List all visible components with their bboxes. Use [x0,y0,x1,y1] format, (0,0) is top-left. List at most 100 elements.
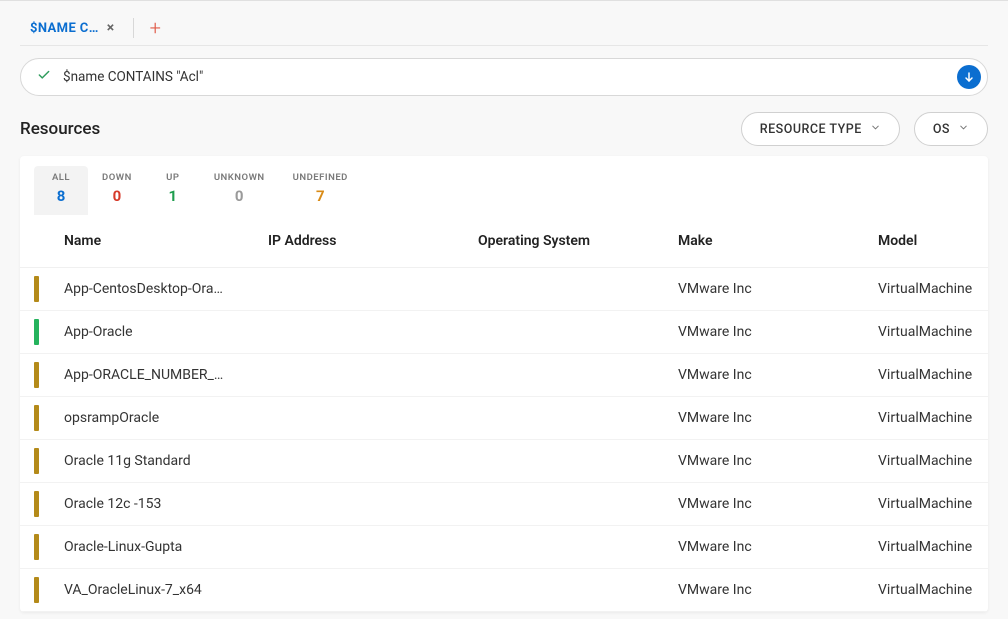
cell-os [466,397,666,440]
status-tab-down[interactable]: DOWN 0 [88,166,146,215]
table-row[interactable]: App-Oracle VMware IncVirtualMachine [20,311,988,354]
cell-model: VirtualMachine [866,397,988,440]
cell-os [466,311,666,354]
cell-ip [256,483,466,526]
status-tab-label: UNDEFINED [293,172,348,183]
status-cell [20,311,64,354]
cell-ip [256,569,466,612]
status-indicator-icon [34,276,39,302]
table-row[interactable]: Oracle 11g Standard VMware IncVirtualMach… [20,440,988,483]
status-tab-unknown[interactable]: UNKNOWN 0 [200,166,279,215]
cell-name: Oracle-Linux-Gupta [64,526,256,569]
cell-name: VA_OracleLinux-7_x64 [64,569,256,612]
cell-make: VMware Inc [666,569,866,612]
os-filter[interactable]: OS [914,112,988,146]
cell-os [466,354,666,397]
cell-os [466,526,666,569]
chevron-down-icon [958,122,969,137]
resource-type-filter-label: RESOURCE TYPE [760,122,862,137]
table-row[interactable]: VA_OracleLinux-7_x64 VMware IncVirtualMac… [20,569,988,612]
search-bar[interactable]: $name CONTAINS "Acl" [20,58,988,96]
status-cell [20,268,64,311]
run-query-button[interactable] [957,65,981,89]
cell-ip [256,440,466,483]
search-query-text: $name CONTAINS "Acl" [63,69,945,85]
cell-os [466,483,666,526]
status-tab-count: 0 [102,187,132,205]
search-wrap: $name CONTAINS "Acl" [0,58,1008,112]
status-tab-label: UNKNOWN [214,172,265,183]
filter-pills: RESOURCE TYPE OS [741,112,988,146]
status-tab-up[interactable]: UP 1 [146,166,200,215]
cell-name: opsrampOracle [64,397,256,440]
cell-ip [256,397,466,440]
status-tab-count: 0 [214,187,265,205]
cell-model: VirtualMachine [866,311,988,354]
table-row[interactable]: Oracle-Linux-GuptaVMware IncVirtualMachi… [20,526,988,569]
col-ip-header[interactable]: IP Address [256,215,466,268]
cell-make: VMware Inc [666,268,866,311]
resources-tbody: App-CentosDesktop-Ora…VMware IncVirtualM… [20,268,988,612]
cell-os [466,569,666,612]
cell-ip [256,526,466,569]
cell-ip [256,354,466,397]
table-row[interactable]: App-ORACLE_NUMBER_…VMware IncVirtualMach… [20,354,988,397]
status-indicator-icon [34,491,39,517]
status-indicator-icon [34,319,39,345]
status-tabs: ALL 8 DOWN 0 UP 1 UNKNOWN 0 UNDEFINED 7 [20,156,988,215]
status-cell [20,440,64,483]
col-model-header[interactable]: Model [866,215,988,268]
query-tab-label: $NAME C… [30,21,99,36]
add-tab-button[interactable]: + [142,18,169,38]
check-icon [37,68,51,86]
cell-model: VirtualMachine [866,440,988,483]
cell-make: VMware Inc [666,311,866,354]
status-tab-count: 1 [160,187,186,205]
cell-make: VMware Inc [666,440,866,483]
status-cell [20,397,64,440]
status-cell [20,526,64,569]
table-row[interactable]: opsrampOracle VMware IncVirtualMachine [20,397,988,440]
close-icon[interactable]: × [107,21,115,35]
section-header: Resources RESOURCE TYPE OS [0,112,1008,156]
status-tab-label: ALL [48,172,74,183]
status-indicator-icon [34,448,39,474]
cell-name: Oracle 12c -153 [64,483,256,526]
status-tab-count: 7 [293,187,348,205]
col-make-header[interactable]: Make [666,215,866,268]
status-tab-count: 8 [48,187,74,205]
status-indicator-icon [34,362,39,388]
status-tab-all[interactable]: ALL 8 [34,166,88,215]
table-row[interactable]: App-CentosDesktop-Ora…VMware IncVirtualM… [20,268,988,311]
resource-type-filter[interactable]: RESOURCE TYPE [741,112,900,146]
cell-name: Oracle 11g Standard [64,440,256,483]
cell-make: VMware Inc [666,397,866,440]
cell-model: VirtualMachine [866,526,988,569]
table-row[interactable]: Oracle 12c -153VMware IncVirtualMachine [20,483,988,526]
status-tab-label: UP [160,172,186,183]
status-cell [20,354,64,397]
cell-os [466,268,666,311]
app-shell: $NAME C… × + $name CONTAINS "Acl" Resour… [0,0,1008,619]
page-title: Resources [20,119,100,139]
status-tab-label: DOWN [102,172,132,183]
resources-table: Name IP Address Operating System Make Mo… [20,215,988,612]
tabs-underline [20,45,988,46]
status-cell [20,569,64,612]
col-status-header [20,215,64,268]
status-indicator-icon [34,577,39,603]
cell-ip [256,311,466,354]
status-tab-undefined[interactable]: UNDEFINED 7 [279,166,362,215]
cell-name: App-CentosDesktop-Ora… [64,268,256,311]
query-tab[interactable]: $NAME C… × [20,15,125,42]
cell-os [466,440,666,483]
status-indicator-icon [34,534,39,560]
status-cell [20,483,64,526]
cell-name: App-Oracle [64,311,256,354]
col-name-header[interactable]: Name [64,215,256,268]
col-os-header[interactable]: Operating System [466,215,666,268]
cell-make: VMware Inc [666,483,866,526]
cell-model: VirtualMachine [866,569,988,612]
os-filter-label: OS [933,122,950,137]
cell-name: App-ORACLE_NUMBER_… [64,354,256,397]
